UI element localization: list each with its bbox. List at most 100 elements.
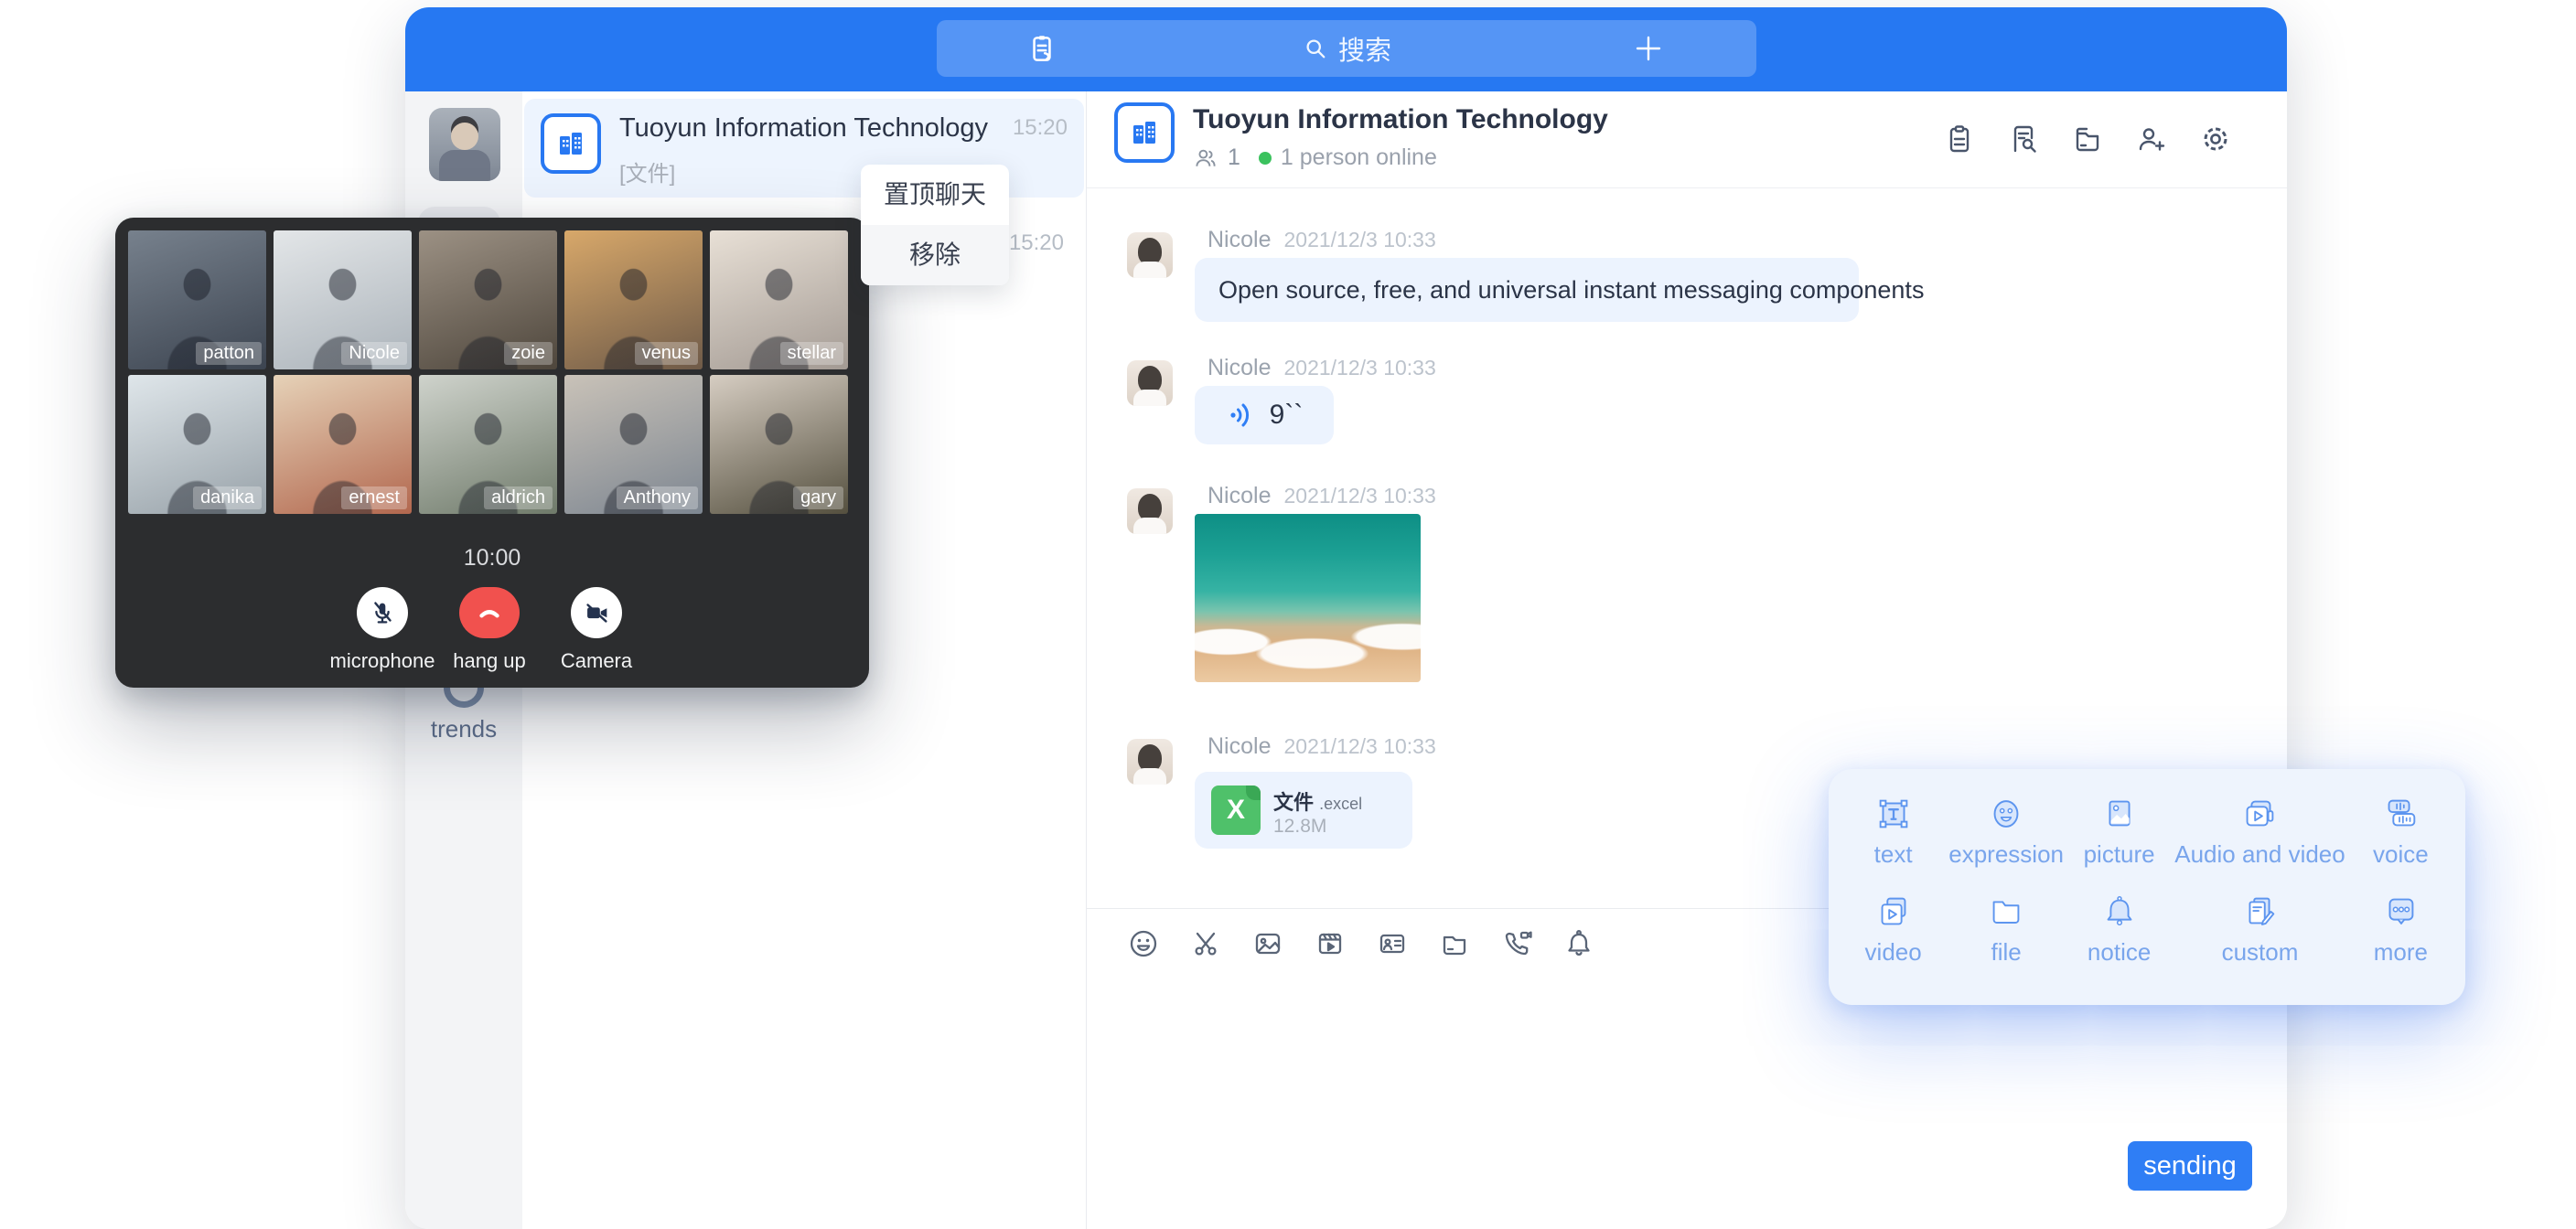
- participant-name: gary: [793, 486, 843, 509]
- feature-item-audio-video[interactable]: Audio and video: [2174, 793, 2345, 891]
- microphone-toggle-button[interactable]: [357, 587, 408, 638]
- participant-name: danika: [193, 486, 262, 509]
- sender-avatar[interactable]: [1127, 488, 1173, 534]
- file-size: 12.8M: [1273, 816, 1326, 838]
- send-button[interactable]: sending: [2128, 1141, 2252, 1191]
- participant-tile[interactable]: zoie: [419, 230, 557, 369]
- participant-tile[interactable]: danika: [128, 375, 266, 514]
- chat-title: Tuoyun Information Technology: [1193, 104, 1608, 135]
- feature-label: voice: [2373, 840, 2429, 869]
- participant-grid: patton Nicole zoie venus stellar danika …: [128, 230, 856, 514]
- participant-tile[interactable]: stellar: [710, 230, 848, 369]
- microphone-muted-icon: [367, 597, 398, 628]
- voice-icon: [2379, 793, 2421, 835]
- settings-icon[interactable]: [2199, 123, 2232, 155]
- expression-icon: [1985, 793, 2027, 835]
- sender-avatar[interactable]: [1127, 232, 1173, 278]
- group-avatar: [1114, 102, 1175, 163]
- conversation-context-menu: 置顶聊天 移除: [861, 165, 1009, 285]
- chat-panel: Tuoyun Information Technology 1 1 person…: [1087, 91, 2287, 1229]
- message-meta: Nicole2021/12/3 10:33: [1208, 355, 1436, 381]
- feature-label: file: [1991, 938, 2021, 967]
- participant-name: Anthony: [617, 486, 698, 509]
- feature-label: Audio and video: [2174, 840, 2345, 869]
- participant-name: aldrich: [484, 486, 553, 509]
- file-folder-icon: [1985, 891, 2027, 933]
- feature-label: custom: [2222, 938, 2299, 967]
- voice-duration: 9``: [1270, 400, 1304, 431]
- feature-item-file[interactable]: file: [1948, 891, 2064, 989]
- sender-avatar[interactable]: [1127, 739, 1173, 785]
- conversation-time: 15:20: [1013, 115, 1068, 141]
- message-timestamp: 2021/12/3 10:33: [1283, 734, 1435, 758]
- emoji-icon[interactable]: [1127, 927, 1160, 960]
- feature-item-picture[interactable]: picture: [2064, 793, 2174, 891]
- message-timestamp: 2021/12/3 10:33: [1283, 356, 1435, 379]
- feature-item-more[interactable]: more: [2345, 891, 2456, 989]
- contact-card-icon[interactable]: [1376, 927, 1409, 960]
- feature-panel: text expression picture Audio and video: [1829, 769, 2465, 1005]
- notification-bell-icon[interactable]: [1562, 927, 1595, 960]
- file-icon[interactable]: [2071, 123, 2104, 155]
- voice-message-bubble[interactable]: 9``: [1195, 386, 1334, 444]
- picture-icon[interactable]: [1251, 927, 1284, 960]
- camera-toggle-button[interactable]: [571, 587, 622, 638]
- participant-name: zoie: [504, 342, 553, 365]
- video-call-icon[interactable]: [1500, 927, 1533, 960]
- top-bar: 搜索: [405, 7, 2287, 91]
- sender-name: Nicole: [1208, 733, 1271, 759]
- feature-item-video[interactable]: video: [1838, 891, 1948, 989]
- participant-tile[interactable]: ernest: [274, 375, 412, 514]
- sender-name: Nicole: [1208, 227, 1271, 252]
- participant-tile[interactable]: Anthony: [564, 375, 703, 514]
- menu-item-remove[interactable]: 移除: [861, 225, 1009, 285]
- menu-item-pin-chat[interactable]: 置顶聊天: [861, 165, 1009, 225]
- add-icon[interactable]: [1632, 32, 1665, 65]
- message-meta: Nicole 2021/12/3 10:33: [1208, 733, 1436, 760]
- text-icon: [1873, 793, 1915, 835]
- participant-name: ernest: [341, 486, 407, 509]
- participant-tile[interactable]: gary: [710, 375, 848, 514]
- search-bar[interactable]: 搜索: [937, 20, 1756, 77]
- feature-item-expression[interactable]: expression: [1948, 793, 2064, 891]
- text-message-bubble[interactable]: Open source, free, and universal instant…: [1195, 258, 1859, 322]
- feature-item-text[interactable]: text: [1838, 793, 1948, 891]
- participant-tile[interactable]: aldrich: [419, 375, 557, 514]
- camera-muted-icon: [581, 597, 612, 628]
- participant-tile[interactable]: patton: [128, 230, 266, 369]
- member-count: 1: [1228, 144, 1240, 171]
- members-icon: [1193, 145, 1218, 171]
- hang-up-button[interactable]: [459, 587, 520, 638]
- building-icon: [1126, 114, 1163, 151]
- screenshot-scissors-icon[interactable]: [1189, 927, 1222, 960]
- video-icon[interactable]: [1314, 927, 1347, 960]
- call-timer: 10:00: [115, 545, 869, 572]
- chat-record-search-icon[interactable]: [2007, 123, 2040, 155]
- feature-item-notice[interactable]: notice: [2064, 891, 2174, 989]
- picture-icon: [2098, 793, 2141, 835]
- camera-label: Camera: [542, 649, 651, 673]
- feature-item-custom[interactable]: custom: [2174, 891, 2345, 989]
- online-dot: [1259, 152, 1272, 165]
- participant-name: stellar: [780, 342, 843, 365]
- participant-tile[interactable]: venus: [564, 230, 703, 369]
- sender-avatar[interactable]: [1127, 360, 1173, 406]
- building-icon: [553, 125, 589, 162]
- feature-item-voice[interactable]: voice: [2345, 793, 2456, 891]
- announcement-icon[interactable]: [1943, 123, 1976, 155]
- folder-icon[interactable]: [1438, 927, 1471, 960]
- video-call-overlay: patton Nicole zoie venus stellar danika …: [115, 218, 869, 688]
- composer-toolbar: [1127, 927, 1595, 960]
- message-timestamp: 2021/12/3 10:33: [1283, 484, 1435, 508]
- add-member-icon[interactable]: [2135, 123, 2168, 155]
- participant-name: venus: [635, 342, 698, 365]
- feature-label: more: [2374, 938, 2428, 967]
- file-message-bubble[interactable]: X 文件 .excel 12.8M: [1195, 772, 1412, 849]
- participant-name: Nicole: [341, 342, 407, 365]
- participant-tile[interactable]: Nicole: [274, 230, 412, 369]
- image-message[interactable]: [1195, 514, 1421, 682]
- conversation-item-2-time[interactable]: 15:20: [1009, 230, 1064, 256]
- excel-file-icon: X: [1211, 785, 1261, 835]
- my-avatar[interactable]: [429, 108, 500, 181]
- search-icon: [1302, 35, 1329, 62]
